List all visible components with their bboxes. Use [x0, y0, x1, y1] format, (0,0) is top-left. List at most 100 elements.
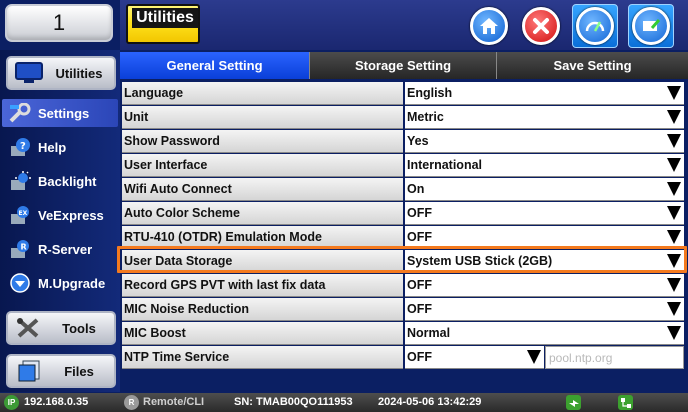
setting-name: Show Password — [122, 130, 403, 153]
settings-icon — [8, 102, 32, 124]
close-icon — [522, 7, 560, 45]
chevron-down-icon — [667, 254, 681, 268]
setting-value: Metric — [407, 110, 444, 124]
table-row: Unit Metric — [120, 106, 684, 129]
setting-value-dropdown[interactable]: Normal — [405, 322, 684, 345]
setting-name: Language — [122, 82, 403, 105]
utilities-button-label: Utilities — [55, 65, 103, 81]
ip-status-icon: IP — [4, 395, 19, 410]
svg-text:EX: EX — [19, 210, 28, 217]
gauge-icon — [576, 7, 614, 45]
setting-value-dropdown[interactable]: Yes — [405, 130, 684, 153]
close-button[interactable] — [518, 4, 564, 48]
table-row: User Data Storage System USB Stick (2GB) — [120, 250, 684, 273]
home-button[interactable] — [466, 4, 512, 48]
setting-name: Auto Color Scheme — [122, 202, 403, 225]
setting-name: NTP Time Service — [122, 346, 403, 369]
setting-value: Normal — [407, 326, 451, 340]
settings-tabs: General Setting Storage Setting Save Set… — [120, 52, 688, 79]
date-time: 2024-05-06 13:42:29 — [378, 396, 482, 408]
sidebar-item-label: VeExpress — [38, 207, 104, 223]
files-icon — [14, 358, 44, 384]
sidebar-item-label: R-Server — [38, 241, 93, 257]
network-icon — [618, 395, 633, 410]
setting-value: Yes — [407, 134, 429, 148]
ip-address: 192.168.0.35 — [24, 396, 89, 408]
r-server-icon: R — [8, 238, 32, 260]
svg-text:?: ? — [20, 141, 26, 152]
setting-value: On — [407, 182, 425, 196]
utilities-button[interactable]: Utilities — [6, 56, 116, 90]
table-row: Show Password Yes — [120, 130, 684, 153]
table-row: NTP Time Service OFF pool.ntp.org — [120, 346, 684, 369]
ntp-server-input[interactable]: pool.ntp.org — [545, 346, 684, 369]
setting-value: OFF — [407, 206, 432, 220]
sidebar-item-backlight[interactable]: Backlight — [2, 167, 118, 195]
setting-value-dropdown[interactable]: OFF — [405, 226, 684, 249]
setting-value-dropdown[interactable]: English — [405, 82, 684, 105]
settings-table: Language English Unit Metric Show Passwo… — [120, 80, 688, 392]
test-tab-indicator[interactable]: 1 — [5, 4, 113, 42]
setting-name: Unit — [122, 106, 403, 129]
setting-value: OFF — [407, 278, 432, 292]
chevron-down-icon — [667, 86, 681, 100]
setting-name: Wifi Auto Connect — [122, 178, 403, 201]
screenshot-icon — [632, 7, 670, 45]
performance-button[interactable] — [572, 4, 618, 48]
sidebar-item-help[interactable]: ? Help — [2, 133, 118, 161]
chevron-down-icon — [667, 110, 681, 124]
setting-name: User Interface — [122, 154, 403, 177]
setting-value: System USB Stick (2GB) — [407, 254, 553, 268]
setting-value: OFF — [407, 302, 432, 316]
table-row: MIC Noise Reduction OFF — [120, 298, 684, 321]
setting-value-dropdown[interactable]: International — [405, 154, 684, 177]
table-row: RTU-410 (OTDR) Emulation Mode OFF — [120, 226, 684, 249]
setting-name: MIC Boost — [122, 322, 403, 345]
setting-value-dropdown[interactable]: On — [405, 178, 684, 201]
tools-icon — [14, 315, 44, 341]
setting-name: User Data Storage — [122, 250, 403, 273]
sidebar-item-veexpress[interactable]: EX VeExpress — [2, 201, 118, 229]
tools-button[interactable]: Tools — [6, 311, 116, 345]
chevron-down-icon — [667, 230, 681, 244]
veexpress-icon: EX — [8, 204, 32, 226]
setting-value-dropdown[interactable]: OFF — [405, 274, 684, 297]
setting-name: Record GPS PVT with last fix data — [122, 274, 403, 297]
home-icon — [470, 7, 508, 45]
screenshot-button[interactable] — [628, 4, 674, 48]
setting-value-dropdown[interactable]: Metric — [405, 106, 684, 129]
setting-name: RTU-410 (OTDR) Emulation Mode — [122, 226, 403, 249]
table-row: Record GPS PVT with last fix data OFF — [120, 274, 684, 297]
sidebar-item-label: Settings — [38, 105, 90, 121]
battery-icon — [566, 395, 581, 410]
chevron-down-icon — [527, 350, 541, 364]
chevron-down-icon — [667, 182, 681, 196]
sidebar-item-label: M.Upgrade — [38, 275, 106, 291]
table-row: Auto Color Scheme OFF — [120, 202, 684, 225]
help-icon: ? — [8, 136, 32, 158]
utilities-title-tab: Utilities — [126, 4, 200, 44]
setting-value-dropdown[interactable]: OFF — [405, 346, 544, 369]
sidebar-item-label: Backlight — [38, 173, 97, 189]
chevron-down-icon — [667, 158, 681, 172]
page-title: Utilities — [132, 8, 198, 28]
setting-value-dropdown[interactable]: OFF — [405, 298, 684, 321]
setting-name: MIC Noise Reduction — [122, 298, 403, 321]
tab-general-setting[interactable]: General Setting — [120, 52, 310, 79]
chevron-down-icon — [667, 134, 681, 148]
svg-text:R: R — [21, 243, 27, 252]
tab-storage-setting[interactable]: Storage Setting — [310, 52, 497, 79]
table-row: Wifi Auto Connect On — [120, 178, 684, 201]
files-button[interactable]: Files — [6, 354, 116, 388]
sidebar-item-settings[interactable]: Settings — [2, 99, 118, 127]
sidebar-item-m-upgrade[interactable]: M.Upgrade — [2, 269, 118, 297]
files-button-label: Files — [64, 363, 94, 379]
setting-value-dropdown[interactable]: OFF — [405, 202, 684, 225]
setting-value-dropdown[interactable]: System USB Stick (2GB) — [405, 250, 684, 273]
table-row: MIC Boost Normal — [120, 322, 684, 345]
backlight-icon — [8, 170, 32, 192]
sidebar: Utilities Settings ? Help Backlight EX V… — [0, 50, 120, 392]
tab-save-setting[interactable]: Save Setting — [497, 52, 688, 79]
chevron-down-icon — [667, 278, 681, 292]
sidebar-item-r-server[interactable]: R R-Server — [2, 235, 118, 263]
